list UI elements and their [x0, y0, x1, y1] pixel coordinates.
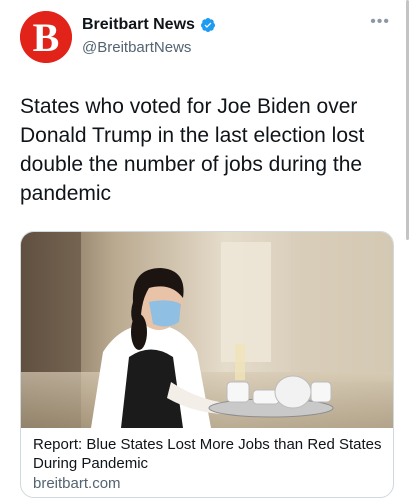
- author-handle[interactable]: @BreitbartNews: [82, 39, 191, 56]
- link-card[interactable]: Report: Blue States Lost More Jobs than …: [20, 231, 394, 498]
- card-title[interactable]: Report: Blue States Lost More Jobs than …: [33, 435, 383, 473]
- svg-text:B: B: [33, 15, 60, 60]
- scrollbar[interactable]: [406, 0, 409, 240]
- breitbart-logo: B: [20, 11, 72, 63]
- avatar[interactable]: B: [20, 11, 72, 63]
- card-domain[interactable]: breitbart.com: [33, 475, 121, 492]
- waitress-photo-icon: [21, 232, 393, 428]
- more-icon[interactable]: •••: [370, 14, 390, 30]
- card-image[interactable]: [21, 232, 393, 428]
- verified-badge-icon: [200, 18, 215, 32]
- author-display-name[interactable]: Breitbart News: [82, 16, 195, 34]
- tweet-text: States who voted for Joe Biden over Dona…: [20, 95, 365, 205]
- author-name-row[interactable]: Breitbart News: [82, 16, 216, 34]
